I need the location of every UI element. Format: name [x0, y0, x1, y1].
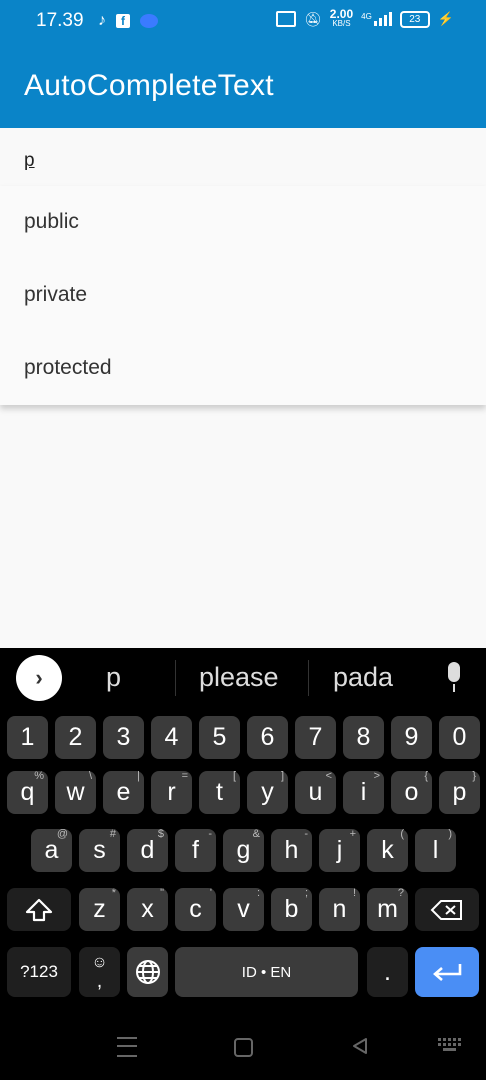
- key-k[interactable]: k(: [367, 828, 408, 872]
- key-i[interactable]: i >: [343, 770, 384, 814]
- word-suggestion[interactable]: please: [199, 662, 279, 693]
- key-e[interactable]: e |: [103, 770, 144, 814]
- keyboard-switch-button[interactable]: [438, 1038, 462, 1057]
- key-u[interactable]: u <: [295, 770, 336, 814]
- globe-icon: [135, 960, 160, 984]
- key-0[interactable]: 0: [439, 716, 480, 759]
- status-time: 17.39: [36, 10, 84, 31]
- autocomplete-input[interactable]: p: [6, 140, 480, 188]
- enter-icon: [433, 964, 462, 981]
- android-icon: [140, 14, 158, 28]
- page-title: AutoCompleteText: [24, 69, 274, 102]
- facebook-icon: f: [116, 14, 130, 28]
- enter-key[interactable]: [415, 947, 479, 997]
- word-suggestion[interactable]: p: [106, 662, 121, 693]
- key-2[interactable]: 2: [55, 716, 96, 759]
- language-key[interactable]: [127, 947, 168, 997]
- key-8[interactable]: 8: [343, 716, 384, 759]
- symbols-key[interactable]: ?123: [7, 947, 71, 997]
- key-d[interactable]: d $: [127, 828, 168, 872]
- key-x[interactable]: x ": [127, 887, 168, 931]
- suggestion-item[interactable]: public: [24, 210, 79, 234]
- suggestion-item[interactable]: protected: [24, 356, 112, 380]
- key-s[interactable]: s #: [79, 828, 120, 872]
- key-t[interactable]: t[: [199, 770, 240, 814]
- app-bar: AutoCompleteText: [0, 43, 486, 128]
- home-button[interactable]: [234, 1038, 253, 1057]
- back-button[interactable]: [350, 1036, 370, 1061]
- space-key[interactable]: ID • EN: [175, 947, 358, 997]
- key-3[interactable]: 3: [103, 716, 144, 759]
- period-key[interactable]: .: [367, 947, 408, 997]
- divider: [308, 660, 309, 696]
- screen-icon: [276, 11, 296, 27]
- key-n[interactable]: n!: [319, 887, 360, 931]
- key-c[interactable]: c ': [175, 887, 216, 931]
- suggestions-dropdown: public private protected: [0, 186, 486, 405]
- expand-toolbar-button[interactable]: ›: [16, 655, 62, 701]
- status-bar: 17.39 ♪ f 🔕︎ 2.00 KB/S 4G 23 ⚡: [0, 0, 486, 43]
- charging-icon: ⚡: [437, 11, 454, 26]
- key-a[interactable]: a @: [31, 828, 72, 872]
- backspace-key[interactable]: [415, 888, 479, 931]
- key-v[interactable]: v:: [223, 887, 264, 931]
- key-g[interactable]: g &: [223, 828, 264, 872]
- word-suggestion[interactable]: pada: [333, 662, 393, 693]
- divider: [175, 660, 176, 696]
- microphone-icon[interactable]: [442, 662, 466, 694]
- key-5[interactable]: 5: [199, 716, 240, 759]
- input-value: p: [24, 150, 35, 171]
- key-l[interactable]: l): [415, 828, 456, 872]
- net-speed: 2.00 KB/S: [329, 7, 354, 28]
- navigation-bar: [0, 1010, 486, 1080]
- key-4[interactable]: 4: [151, 716, 192, 759]
- signal-icon: 4G: [361, 12, 392, 26]
- emoji-comma-key[interactable]: ☺ ,: [79, 947, 120, 997]
- key-7[interactable]: 7: [295, 716, 336, 759]
- key-z[interactable]: z *: [79, 887, 120, 931]
- key-y[interactable]: y]: [247, 770, 288, 814]
- menu-button[interactable]: [117, 1037, 137, 1057]
- suggestion-item[interactable]: private: [24, 283, 87, 307]
- back-icon: [353, 1038, 367, 1054]
- shift-icon: [25, 898, 53, 921]
- chevron-right-icon: ›: [35, 665, 43, 690]
- key-j[interactable]: j +: [319, 828, 360, 872]
- music-note-icon: ♪: [98, 12, 106, 29]
- key-1[interactable]: 1: [7, 716, 48, 759]
- key-m[interactable]: m?: [367, 887, 408, 931]
- key-w[interactable]: w \: [55, 770, 96, 814]
- key-o[interactable]: o{: [391, 770, 432, 814]
- key-6[interactable]: 6: [247, 716, 288, 759]
- key-q[interactable]: q%: [7, 770, 48, 814]
- battery-icon: 23: [399, 10, 430, 28]
- key-b[interactable]: b;: [271, 887, 312, 931]
- key-r[interactable]: r =: [151, 770, 192, 814]
- menu-icon: [117, 1045, 137, 1047]
- bell-off-icon: 🔕︎: [304, 10, 322, 27]
- key-h[interactable]: h-: [271, 828, 312, 872]
- key-9[interactable]: 9: [391, 716, 432, 759]
- key-p[interactable]: p}: [439, 770, 480, 814]
- keyboard-icon: [438, 1038, 461, 1051]
- keyboard-suggestion-bar: › p please pada: [0, 648, 486, 708]
- shift-key[interactable]: [7, 888, 71, 931]
- backspace-icon: [430, 899, 462, 920]
- key-f[interactable]: f-: [175, 828, 216, 872]
